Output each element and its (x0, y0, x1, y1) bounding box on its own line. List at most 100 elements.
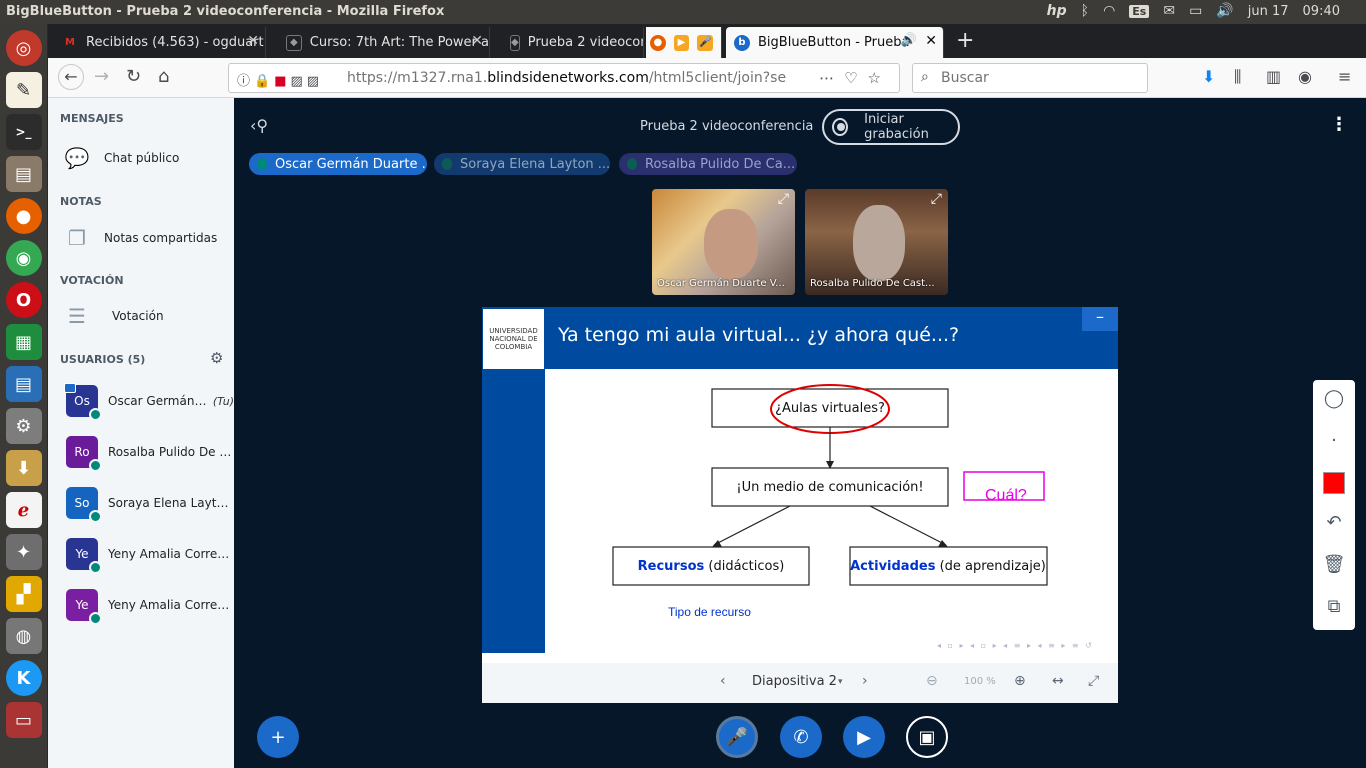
fullscreen-icon[interactable]: ⤢ (931, 191, 942, 207)
url-text[interactable]: https://m1327.rna1.blindsidenetworks.com… (347, 70, 787, 86)
options-menu-icon[interactable]: ⋮ (1330, 114, 1348, 135)
text-editor-icon[interactable]: ✎ (5, 72, 42, 108)
talking-indicator[interactable]: Rosalba Pulido De Ca... (619, 153, 797, 175)
bluetooth-icon[interactable]: ᛒ (1081, 3, 1089, 19)
ellipse-tool-icon[interactable]: ◯ (1313, 388, 1355, 409)
video-tile[interactable]: ⤢ Oscar Germán Duarte V... (652, 189, 795, 295)
document-icon[interactable]: ▤ (5, 366, 42, 402)
blocks-app-icon[interactable]: ▞ (5, 576, 42, 612)
next-slide-button[interactable]: › (862, 673, 868, 689)
slide-nav-symbols: ◂ ▫ ▸ ◂ ▫ ▸ ◂ ≡ ▸ ◂ ≡ ▸ ≡ ↺ (937, 641, 1094, 650)
user-name: Rosalba Pulido De C... (108, 445, 232, 459)
tab-gmail[interactable]: M Recibidos (4.563) - ogduart ✕ (54, 27, 266, 58)
storage-icon[interactable]: ▭ (5, 702, 42, 738)
tab-bigbluebutton[interactable]: b BigBlueButton - Prueba 🔊 ✕ (726, 27, 944, 58)
site-info-icons[interactable]: ⓘ🔒■▨▨ (237, 70, 323, 89)
video-label: Oscar Germán Duarte V... (657, 278, 785, 289)
keyboard-layout-indicator[interactable]: Es (1129, 4, 1150, 18)
search-input[interactable]: ⌕ Buscar (912, 63, 1148, 93)
sidebar-toggle-icon[interactable]: ▥ (1266, 67, 1281, 86)
back-button[interactable]: ← (58, 64, 84, 90)
date[interactable]: jun 17 (1248, 4, 1289, 19)
reload-button[interactable]: ↻ (126, 66, 141, 87)
camera-button[interactable]: ▶ (843, 716, 885, 758)
user-list-item[interactable]: Ye Yeny Amalia Correal... (66, 536, 234, 574)
tab-videoconference[interactable]: ◆ Prueba 2 videoconf (502, 27, 644, 58)
user-list-item[interactable]: Ye Yeny Amalia Correal... (66, 587, 234, 625)
firefox-icon[interactable]: ● (5, 198, 42, 234)
fullscreen-icon[interactable]: ⤢ (1088, 673, 1099, 689)
installer-icon[interactable]: ⬇ (5, 450, 42, 486)
avatar: Ro (66, 436, 102, 472)
trash-icon[interactable]: 🗑 (1313, 554, 1355, 575)
window-title: BigBlueButton - Prueba 2 videoconferenci… (6, 4, 445, 19)
gimp-icon[interactable]: ✦ (5, 534, 42, 570)
avatar: So (66, 487, 102, 523)
page-actions[interactable]: ⋯♡☆ (819, 69, 891, 87)
talking-indicator[interactable]: Soraya Elena Layton ... (434, 153, 610, 175)
wifi-icon[interactable]: ◠ (1103, 3, 1115, 19)
box-aulas-virtuales-text: ¿Aulas virtuales? (775, 401, 885, 416)
terminal-icon[interactable]: >_ (5, 114, 42, 150)
chrome-icon[interactable]: ◉ (5, 240, 42, 276)
leave-audio-button[interactable]: ✆ (780, 716, 822, 758)
home-button[interactable]: ⌂ (158, 66, 169, 87)
forward-button[interactable]: → (94, 66, 109, 87)
user-list-item[interactable]: Ro Rosalba Pulido De C... (66, 434, 234, 472)
poll-item[interactable]: ☰ Votación (62, 304, 164, 328)
thickness-tool-icon[interactable]: · (1313, 430, 1355, 451)
account-icon[interactable]: ◉ (1298, 67, 1312, 86)
hp-icon[interactable]: hp (1047, 3, 1067, 19)
close-icon[interactable]: ✕ (247, 33, 259, 49)
user-name: Oscar Germán D... (108, 394, 207, 408)
url-bar[interactable]: ⓘ🔒■▨▨ https://m1327.rna1.blindsidenetwor… (228, 63, 900, 93)
fit-width-icon[interactable]: ↔ (1052, 673, 1064, 689)
screen-share-button[interactable]: ▣ (906, 716, 948, 758)
volume-icon[interactable]: 🔊 (1216, 3, 1233, 19)
speaker-icon[interactable]: 🔊 (901, 33, 917, 48)
actions-button[interactable]: + (257, 716, 299, 758)
user-list-item[interactable]: Os Oscar Germán D... (Tu) (64, 383, 234, 421)
zoom-out-button[interactable]: ⊖ (926, 673, 938, 689)
close-icon[interactable]: ✕ (471, 33, 483, 49)
user-list-item[interactable]: So Soraya Elena Layton ... (66, 485, 234, 523)
tab-course[interactable]: ◆ Curso: 7th Art: The Power a ✕ (278, 27, 490, 58)
shared-notes-label: Notas compartidas (104, 231, 218, 245)
presentation-slide[interactable]: UNIVERSIDAD NACIONAL DE COLOMBIA Ya teng… (482, 307, 1118, 703)
disk-tool-icon[interactable]: ◍ (5, 618, 42, 654)
shared-notes-item[interactable]: ❐ Notas compartidas (62, 226, 217, 250)
users-settings-icon[interactable]: ⚙ (210, 349, 223, 367)
slide-selector[interactable]: Diapositiva 2 (752, 674, 837, 689)
writing-app-icon[interactable]: ℯ (5, 492, 42, 528)
file-manager-icon[interactable]: ▤ (5, 156, 42, 192)
menu-icon[interactable]: ≡ (1338, 67, 1351, 86)
previous-slide-button[interactable]: ‹ (720, 673, 726, 689)
library-icon[interactable]: ⫼ (1234, 67, 1241, 87)
color-picker-button[interactable] (1323, 472, 1345, 494)
dropdown-icon[interactable]: ▾ (838, 677, 843, 687)
fullscreen-icon[interactable]: ⤢ (778, 191, 789, 207)
undo-icon[interactable]: ↶ (1313, 512, 1355, 533)
kde-app-icon[interactable]: K (5, 660, 42, 696)
video-tile[interactable]: ⤢ Rosalba Pulido De Cast... (805, 189, 948, 295)
toggle-userlist-icon[interactable]: ‹⚲ (250, 116, 268, 135)
close-icon[interactable]: ✕ (925, 33, 937, 49)
zoom-in-button[interactable]: ⊕ (1014, 673, 1026, 689)
settings-icon[interactable]: ⚙ (5, 408, 42, 444)
course-icon: ◆ (286, 34, 302, 51)
clock[interactable]: 09:40 (1303, 4, 1340, 19)
spreadsheet-icon[interactable]: ▦ (5, 324, 42, 360)
opera-icon[interactable]: O (5, 282, 42, 318)
mute-button[interactable]: 🎤 (716, 716, 758, 758)
new-tab-button[interactable]: + (956, 28, 974, 53)
battery-icon[interactable]: ▭ (1189, 3, 1202, 19)
multi-user-whiteboard-icon[interactable]: ⧉ (1313, 596, 1355, 617)
downloads-icon[interactable]: ⬇ (1202, 67, 1215, 86)
mail-icon[interactable]: ✉ (1163, 3, 1175, 19)
talking-indicator[interactable]: Oscar Germán Duarte ... (249, 153, 427, 175)
box-recursos-text: Recursos (didácticos) (638, 559, 785, 574)
public-chat-item[interactable]: 💬 Chat público (62, 146, 180, 170)
ubuntu-dash-icon[interactable]: ◎ (5, 30, 42, 66)
start-recording-button[interactable]: Iniciar grabación (822, 109, 960, 145)
record-label: Iniciar grabación (864, 112, 929, 142)
